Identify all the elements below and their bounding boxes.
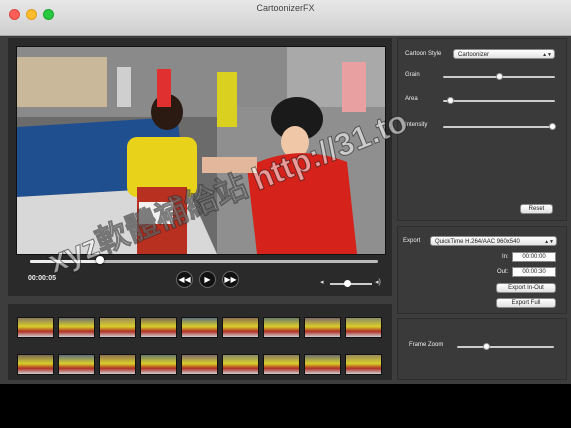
cartoon-style-select[interactable]: Cartoonizer ▲▼ xyxy=(453,49,555,59)
export-in-out-button[interactable]: Export In-Out xyxy=(496,283,556,293)
volume-low-icon: ◂ xyxy=(320,279,324,286)
filmstrip-thumbnail[interactable] xyxy=(17,317,54,338)
video-preview[interactable] xyxy=(16,46,386,255)
volume-handle[interactable] xyxy=(343,280,351,287)
grain-slider[interactable] xyxy=(443,73,555,80)
volume-slider[interactable] xyxy=(330,280,372,287)
filmstrip-thumbnail[interactable] xyxy=(304,354,341,375)
filmstrip-thumbnail[interactable] xyxy=(345,354,382,375)
cartoon-style-label: Cartoon Style xyxy=(405,51,442,57)
filmstrip-thumbnail[interactable] xyxy=(345,317,382,338)
filmstrip-thumbnail[interactable] xyxy=(181,354,218,375)
frame-zoom-slider[interactable] xyxy=(457,343,554,350)
fast-forward-icon[interactable]: ▶▶ xyxy=(222,271,239,288)
scrubber-handle[interactable] xyxy=(95,256,104,264)
intensity-handle[interactable] xyxy=(548,123,556,130)
title-bar: CartoonizerFX xyxy=(0,0,571,36)
area-label: Area xyxy=(405,96,418,102)
current-time: 00:00:05 xyxy=(28,275,57,282)
filmstrip-thumbnail[interactable] xyxy=(99,354,136,375)
filmstrip-thumbnail[interactable] xyxy=(304,317,341,338)
filmstrip-thumbnail[interactable] xyxy=(58,317,95,338)
grain-handle[interactable] xyxy=(496,73,503,80)
area-slider[interactable] xyxy=(443,97,555,104)
filmstrip-thumbnail[interactable] xyxy=(140,317,177,338)
frame-zoom-handle[interactable] xyxy=(483,343,491,350)
out-time-field[interactable]: 00:00:30 xyxy=(512,267,556,277)
video-frame-image xyxy=(17,47,385,254)
in-label: In: xyxy=(502,254,509,260)
export-panel: Export QuickTime H.264/AAC 960x540 ▲▼ In… xyxy=(397,226,567,314)
filmstrip-thumbnail[interactable] xyxy=(99,317,136,338)
filmstrip-thumbnail[interactable] xyxy=(181,317,218,338)
chevron-updown-icon: ▲▼ xyxy=(544,239,554,245)
cartoon-style-value: Cartoonizer xyxy=(458,52,490,58)
window-title: CartoonizerFX xyxy=(256,3,315,13)
filmstrip-thumbnail[interactable] xyxy=(17,354,54,375)
play-icon[interactable]: ▶ xyxy=(199,271,216,288)
filmstrip-row xyxy=(17,354,382,375)
in-time-field[interactable]: 00:00:00 xyxy=(512,252,556,262)
filmstrip xyxy=(8,304,392,380)
filmstrip-row xyxy=(17,317,382,338)
scrubber-progress xyxy=(30,260,100,263)
volume-high-icon: ◂) xyxy=(375,279,381,286)
export-full-button[interactable]: Export Full xyxy=(496,298,556,308)
timeline-scrubber[interactable] xyxy=(30,256,378,264)
chevron-updown-icon: ▲▼ xyxy=(542,52,552,58)
export-format-value: QuickTime H.264/AAC 960x540 xyxy=(435,239,520,245)
intensity-label: Intensity xyxy=(405,122,428,128)
transport-controls: ◀◀ ▶ ▶▶ xyxy=(176,271,239,288)
filmstrip-thumbnail[interactable] xyxy=(58,354,95,375)
export-format-select[interactable]: QuickTime H.264/AAC 960x540 ▲▼ xyxy=(430,236,557,246)
rewind-icon[interactable]: ◀◀ xyxy=(176,271,193,288)
export-label: Export xyxy=(403,238,421,244)
filmstrip-thumbnail[interactable] xyxy=(263,354,300,375)
filmstrip-thumbnail[interactable] xyxy=(222,317,259,338)
filmstrip-thumbnail[interactable] xyxy=(140,354,177,375)
area-handle[interactable] xyxy=(446,97,454,104)
reset-button[interactable]: Reset xyxy=(520,204,553,214)
app-window: CartoonizerFX 00:00:05 ◀◀ ▶ ▶▶ ◂ ◂) Cart… xyxy=(0,0,571,384)
grain-label: Grain xyxy=(405,72,420,78)
frame-zoom-panel: Frame Zoom xyxy=(397,318,567,380)
style-panel: Cartoon Style Cartoonizer ▲▼ Grain Area … xyxy=(397,38,567,221)
player-panel: 00:00:05 ◀◀ ▶ ▶▶ ◂ ◂) xyxy=(8,38,392,296)
intensity-slider[interactable] xyxy=(443,123,556,130)
filmstrip-thumbnail[interactable] xyxy=(222,354,259,375)
frame-zoom-label: Frame Zoom xyxy=(409,342,444,348)
filmstrip-thumbnail[interactable] xyxy=(263,317,300,338)
out-label: Out: xyxy=(497,269,509,275)
